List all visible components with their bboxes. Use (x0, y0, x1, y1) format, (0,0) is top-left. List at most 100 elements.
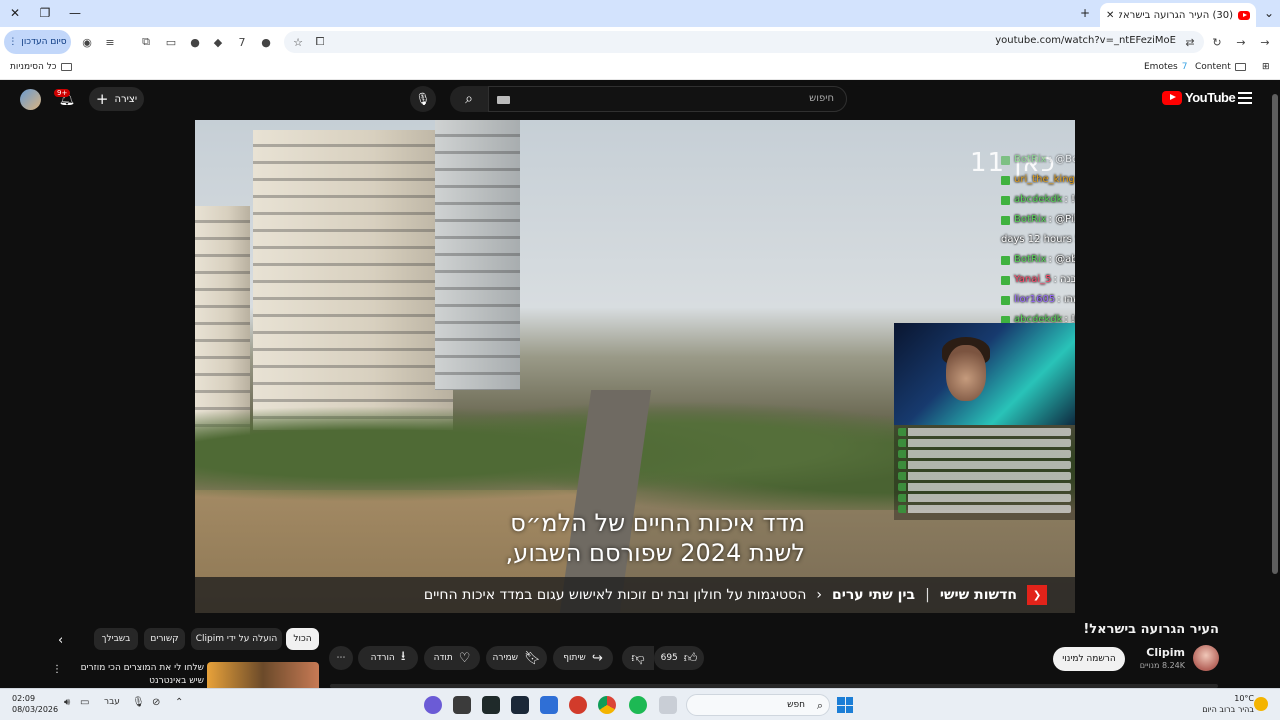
video-subtitles: מדד איכות החיים של הלמ״ס לשנת 2024 שפורס… (385, 508, 805, 568)
reload-icon[interactable]: ↻ (1208, 33, 1226, 51)
recommendation-thumbnail[interactable] (207, 662, 319, 689)
apps-grid-icon[interactable]: ⊞ (1262, 62, 1270, 72)
browser-tabbar: ✕ ❐ — + (30) העיר הגרועה בישראל! ✕ ⌄ (0, 0, 1280, 27)
subscribe-button[interactable]: הרשמה למינוי (1053, 647, 1125, 671)
back-icon[interactable]: → (1256, 33, 1274, 51)
menu-hamburger-icon[interactable] (1238, 92, 1252, 104)
recommendation-menu-icon[interactable]: ⋮ (52, 664, 62, 675)
search-input[interactable]: חיפוש (488, 86, 847, 112)
capcut-app-icon[interactable] (453, 696, 471, 714)
chip-for-you[interactable]: בשבילך (94, 628, 138, 650)
profile-avatar-icon[interactable]: ◉ (78, 33, 96, 51)
share-button[interactable]: ↪ שיתוף (553, 646, 613, 670)
tab-title: (30) העיר הגרועה בישראל! (1119, 9, 1233, 21)
install-app-icon[interactable]: ⧠ (312, 34, 328, 50)
clock-date: 08/03/2026 (12, 705, 59, 714)
content-label: Content (1195, 62, 1231, 72)
ticker-text: הסטיגמות על חולון ובת ים זוכות לאישוש עג… (423, 587, 807, 603)
tab-close-icon[interactable]: ✕ (1106, 10, 1114, 21)
window-minimize-button[interactable]: — (64, 3, 86, 23)
search-button[interactable]: ⌕ (450, 86, 488, 112)
reading-list-icon[interactable]: ≡ (101, 33, 119, 51)
discord-app-icon[interactable] (424, 696, 442, 714)
account-avatar[interactable] (20, 89, 41, 110)
site-info-icon[interactable]: ⇄ (1182, 34, 1198, 50)
chip-all[interactable]: הכול (286, 628, 319, 650)
grid-app-icon[interactable] (540, 696, 558, 714)
thumbs-down-icon: 👎︎ (631, 650, 645, 666)
language-indicator[interactable]: עבר (104, 697, 120, 707)
page-scrollbar[interactable] (1270, 80, 1280, 688)
chrome-app-icon[interactable] (598, 696, 616, 714)
file-explorer-icon[interactable] (659, 696, 677, 714)
chip-related[interactable]: קשורים (144, 628, 185, 650)
more-actions-button[interactable]: ⋯ (329, 646, 353, 670)
browser-tab-active[interactable]: (30) העיר הגרועה בישראל! ✕ (1100, 3, 1256, 27)
all-bookmarks-label: כל הסימניות (10, 62, 57, 72)
extension-orange-icon[interactable]: ● (186, 33, 204, 51)
save-button[interactable]: 🔖︎ שמירה (486, 646, 547, 670)
all-bookmarks-button[interactable]: כל הסימניות (10, 62, 72, 72)
bookmark-emotes[interactable]: Emotes 7 (1144, 62, 1187, 72)
network-icon[interactable]: ▭ (80, 697, 89, 708)
weather-temp: 10°C (1234, 694, 1254, 703)
keyboard-icon[interactable] (497, 96, 510, 104)
news-ticker: ❮ חדשות שישי | בין שתי ערים ‹ הסטיגמות ע… (195, 577, 1075, 613)
tray-overflow-chevron-icon[interactable]: ⌃ (175, 697, 183, 708)
chip-uploaded-by[interactable]: הועלה על ידי Clipim (191, 628, 282, 650)
dislike-button[interactable]: 👎︎ (622, 646, 654, 670)
ticker-chevron-icon: ‹ (816, 587, 822, 603)
emotes-label: Emotes (1144, 62, 1178, 72)
terminal-app-icon[interactable] (482, 696, 500, 714)
chat-message: days 12 hours 59 minutes ! (1001, 230, 1075, 250)
scrollbar-thumb[interactable] (1272, 94, 1278, 574)
youtube-logo[interactable]: YouTube (1162, 90, 1236, 105)
create-button[interactable]: יצירה + (89, 87, 144, 111)
7tv-icon: 7 (1181, 62, 1188, 72)
end-session-label: סיום העדכון (21, 37, 67, 47)
tab-search-button[interactable]: ⌄ (1258, 3, 1280, 23)
omnibox[interactable]: ☆ ⧠ youtube.com/watch?v=_ntEFeziMoE ⇄ (284, 31, 1204, 53)
extensions-icon[interactable]: ⧉ (137, 33, 155, 51)
voice-search-mic-icon[interactable]: 🎙︎ (410, 86, 436, 112)
chips-scroll-left-icon[interactable]: ‹ (58, 633, 63, 648)
thanks-label: תודה (433, 653, 453, 663)
chat-text: : @abcdekdk has watched this channel for (1048, 254, 1075, 265)
mic-icon[interactable]: 🎙︎ (132, 697, 145, 708)
extension-green-icon[interactable]: ● (257, 33, 275, 51)
chat-message: BotRix : @Piker_r has been following thi… (1001, 210, 1075, 230)
ticker-logo-icon: ❮ (1027, 585, 1047, 605)
new-tab-button[interactable]: + (1074, 3, 1096, 23)
cast-icon[interactable]: ▭ (162, 33, 180, 51)
mini-chat-overlay (894, 425, 1075, 520)
bookmark-star-icon[interactable]: ☆ (290, 34, 306, 50)
clock[interactable]: 02:09 08/03/2026 (12, 693, 58, 715)
channel-name[interactable]: Clipim (1146, 646, 1185, 659)
recommendation-title[interactable]: שלחו לי את המוצרים הכי מוזרים שיש באינטר… (66, 662, 204, 688)
forward-icon[interactable]: → (1232, 33, 1250, 51)
webcam-face (946, 345, 986, 401)
taskbar-search[interactable]: חפש ⌕ (686, 694, 830, 716)
steam-app-icon[interactable] (511, 696, 529, 714)
download-button[interactable]: ⭳ הורדה (358, 646, 418, 670)
subtitle-line-2: לשנת 2024 שפורסם השבוע, (505, 539, 805, 567)
app-icon-red[interactable] (569, 696, 587, 714)
spotify-app-icon[interactable] (629, 696, 647, 714)
notifications-muted-icon[interactable]: ⊘ (152, 697, 160, 708)
thanks-heart-icon: ♡ (458, 650, 471, 666)
like-button[interactable]: 👍︎ 695 (654, 646, 704, 670)
kebab-icon: ⋮ (8, 37, 18, 47)
window-close-button[interactable]: ✕ (4, 3, 26, 23)
channel-avatar[interactable] (1193, 645, 1219, 671)
video-player[interactable]: כאן 11 BotRix : @BotRix has 5 points.uri… (195, 120, 1075, 613)
youtube-header: 🔔︎ 9+ יצירה + 🎙︎ ⌕ חיפוש YouTube (0, 80, 1280, 120)
window-restore-button[interactable]: ❐ (34, 3, 56, 23)
bookmark-content[interactable]: Content (1195, 62, 1246, 72)
weather-widget[interactable]: 10°C בהיר ברוב היום (1194, 693, 1254, 715)
extension-7tv-icon[interactable]: 7 (233, 33, 251, 51)
thanks-button[interactable]: ♡ תודה (424, 646, 480, 670)
windows-start-icon[interactable] (837, 697, 853, 713)
end-session-button[interactable]: סיום העדכון ⋮ (4, 30, 71, 54)
volume-icon[interactable]: 🔊︎ (64, 697, 70, 708)
extension-shield-icon[interactable]: ◆ (209, 33, 227, 51)
